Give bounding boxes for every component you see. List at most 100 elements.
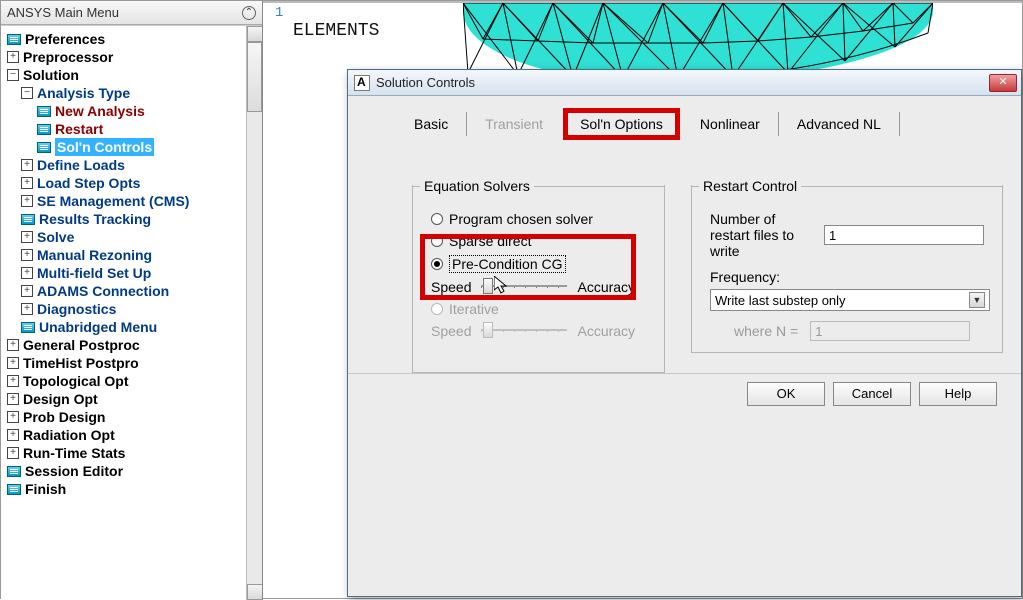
plus-icon[interactable]: +	[21, 195, 33, 207]
tab-divider	[466, 112, 467, 136]
form-icon	[37, 106, 51, 117]
chevron-down-icon[interactable]: ▼	[969, 292, 985, 308]
tab-advanced-nl[interactable]: Advanced NL	[781, 110, 897, 138]
restart-nfiles-input[interactable]	[824, 225, 984, 245]
plus-icon[interactable]: +	[21, 177, 33, 189]
tree-item[interactable]: Session Editor	[3, 462, 262, 480]
tree-item[interactable]: + TimeHist Postpro	[3, 354, 262, 372]
scroll-up-icon[interactable]: ▲	[247, 26, 262, 42]
tree-item[interactable]: +Solve	[3, 228, 262, 246]
tree-item[interactable]: + Topological Opt	[3, 372, 262, 390]
tree-item[interactable]: +General Postproc	[3, 336, 262, 354]
plus-icon[interactable]: +	[7, 375, 19, 387]
radio-icon	[431, 303, 443, 315]
plus-icon[interactable]: +	[7, 51, 19, 63]
form-icon	[7, 34, 21, 45]
help-button[interactable]: Help	[919, 382, 997, 406]
radio-program-solver[interactable]: Program chosen solver	[431, 211, 646, 227]
scroll-thumb[interactable]	[247, 42, 262, 112]
tree-item[interactable]: +Run-Time Stats	[3, 444, 262, 462]
plus-icon[interactable]: +	[21, 249, 33, 261]
tree-item-label: Define Loads	[37, 156, 125, 174]
tree-item-label: Unabridged Menu	[39, 318, 157, 336]
tree-item-label: New Analysis	[55, 102, 145, 120]
form-icon	[7, 484, 21, 495]
tree-item[interactable]: Restart	[3, 120, 262, 138]
sidebar-collapse-icon[interactable]: ⌃	[242, 6, 256, 20]
tab-nonlinear[interactable]: Nonlinear	[684, 110, 776, 138]
tree-item[interactable]: Results Tracking	[3, 210, 262, 228]
ok-button[interactable]: OK	[747, 382, 825, 406]
tree-item[interactable]: + Diagnostics	[3, 300, 262, 318]
plus-icon[interactable]: +	[7, 393, 19, 405]
tree-item[interactable]: + Preprocessor	[3, 48, 262, 66]
viewport-label: ELEMENTS	[293, 21, 379, 41]
plus-icon[interactable]: +	[7, 339, 19, 351]
tree-item[interactable]: + Radiation Opt	[3, 426, 262, 444]
dialog-titlebar[interactable]: Solution Controls ✕	[348, 70, 1021, 96]
tab-soln-options-highlight: Sol'n Options	[563, 108, 680, 140]
tree-item-label: Manual Rezoning	[37, 246, 152, 264]
tree-item-label: Session Editor	[25, 462, 123, 480]
tab-soln-options[interactable]: Sol'n Options	[580, 116, 663, 132]
tree-item[interactable]: Sol'n Controls	[3, 138, 262, 156]
tree-item[interactable]: +Multi-field Set Up	[3, 264, 262, 282]
tree-item-label: Restart	[55, 120, 103, 138]
plus-icon[interactable]: +	[7, 429, 19, 441]
form-icon	[37, 142, 51, 153]
sidebar-header: ANSYS Main Menu ⌃	[1, 1, 262, 25]
plus-icon[interactable]: +	[21, 231, 33, 243]
plus-icon[interactable]: +	[7, 357, 19, 369]
tree-item[interactable]: −Solution	[3, 66, 262, 84]
tab-basic[interactable]: Basic	[398, 110, 464, 138]
tab-divider	[778, 112, 779, 136]
plus-icon[interactable]: +	[21, 267, 33, 279]
tree-item-label: ADAMS Connection	[37, 282, 169, 300]
tree-item[interactable]: + Manual Rezoning	[3, 246, 262, 264]
minus-icon[interactable]: −	[7, 69, 19, 81]
form-icon	[21, 322, 35, 333]
frequency-select[interactable]: Write last substep only ▼	[710, 289, 990, 311]
plus-icon[interactable]: +	[7, 411, 19, 423]
plus-icon[interactable]: +	[21, 285, 33, 297]
tree-item[interactable]: + ADAMS Connection	[3, 282, 262, 300]
tree-item-label: Results Tracking	[39, 210, 151, 228]
plus-icon[interactable]: +	[21, 159, 33, 171]
tree-item-label: Radiation Opt	[23, 426, 115, 444]
cancel-button[interactable]: Cancel	[833, 382, 911, 406]
tree-item[interactable]: + Define Loads	[3, 156, 262, 174]
tab-transient[interactable]: Transient	[469, 110, 559, 138]
tree-item[interactable]: +Design Opt	[3, 390, 262, 408]
tree-item[interactable]: Finish	[3, 480, 262, 498]
restart-nfiles-label: Number of restart files to write	[710, 211, 812, 259]
plus-icon[interactable]: +	[7, 447, 19, 459]
tree-item-label: Diagnostics	[37, 300, 116, 318]
minus-icon[interactable]: −	[21, 87, 33, 99]
tree-scrollbar[interactable]: ▲ ▼	[246, 26, 262, 600]
slider-accuracy-label-disabled: Accuracy	[577, 323, 635, 339]
tree-item-label: TimeHist Postpro	[23, 354, 139, 372]
tree-item[interactable]: + SE Management (CMS)	[3, 192, 262, 210]
slider-thumb-disabled	[483, 322, 493, 338]
radio-iterative-label: Iterative	[449, 301, 499, 317]
tree-item-label: SE Management (CMS)	[37, 192, 189, 210]
tree-item[interactable]: Unabridged Menu	[3, 318, 262, 336]
tree-item[interactable]: +Load Step Opts	[3, 174, 262, 192]
tree-item[interactable]: Preferences	[3, 30, 262, 48]
mouse-cursor-icon	[494, 276, 508, 294]
tree-item[interactable]: New Analysis	[3, 102, 262, 120]
frequency-label: Frequency:	[710, 269, 984, 285]
frequency-value: Write last substep only	[715, 293, 846, 308]
tree-item[interactable]: +Prob Design	[3, 408, 262, 426]
tree-item[interactable]: −Analysis Type	[3, 84, 262, 102]
slider-speed-label-disabled: Speed	[431, 323, 471, 339]
solution-controls-dialog: Solution Controls ✕ Basic Transient Sol'…	[347, 69, 1022, 597]
tree-item-label: Topological Opt	[23, 372, 129, 390]
scroll-down-icon[interactable]: ▼	[247, 584, 262, 600]
plus-icon[interactable]: +	[21, 303, 33, 315]
close-icon[interactable]: ✕	[989, 74, 1017, 92]
tree-item-label: Preprocessor	[23, 48, 113, 66]
radio-iterative: Iterative	[431, 301, 646, 317]
tree-view[interactable]: Preferences + Preprocessor−Solution−Analys…	[1, 26, 262, 502]
form-icon	[21, 214, 35, 225]
